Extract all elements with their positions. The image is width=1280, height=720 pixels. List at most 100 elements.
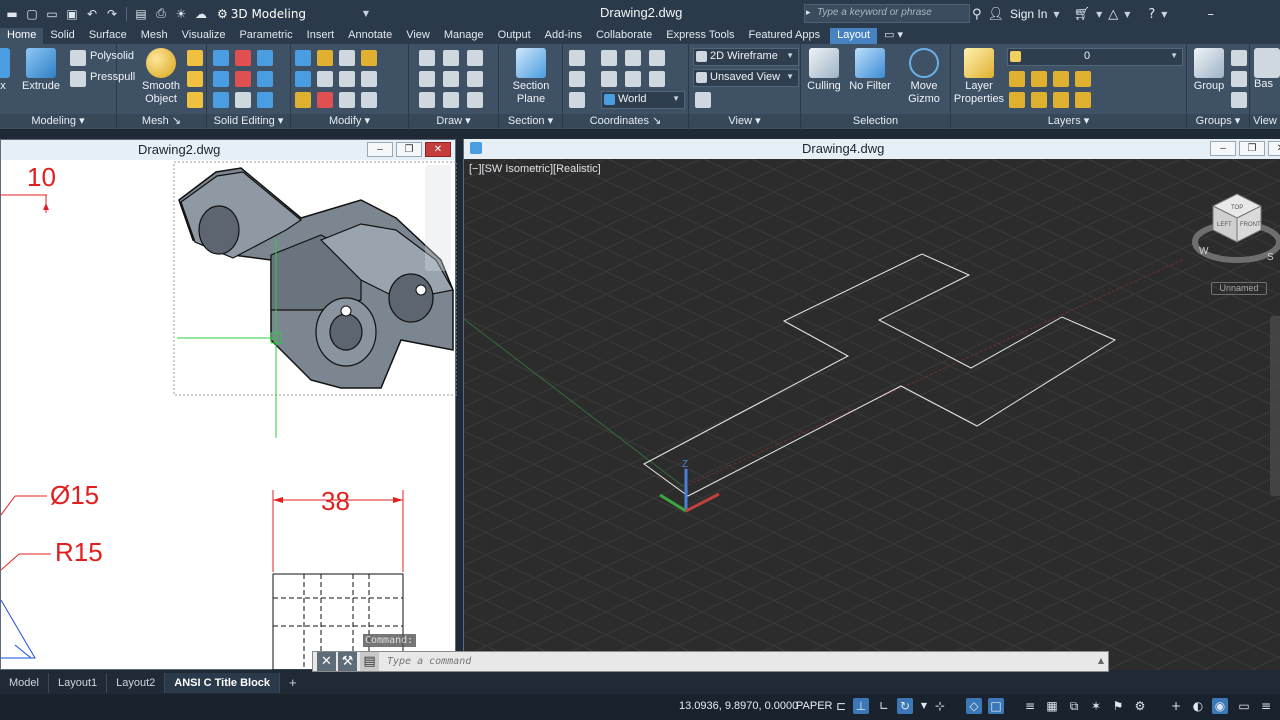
redo-icon[interactable]: ↷ [104, 6, 120, 22]
ungroup-icon[interactable] [1231, 50, 1247, 66]
chevron-down-icon[interactable]: ▼ [916, 698, 932, 714]
slice-icon[interactable] [213, 71, 229, 87]
arc-icon[interactable] [467, 50, 483, 66]
close-command-icon[interactable]: ✕ [317, 652, 336, 671]
cloud-icon[interactable]: ☁ [193, 6, 209, 22]
viewport-config-icon[interactable] [695, 92, 711, 108]
chevron-down-icon[interactable]: ▼ [1161, 10, 1167, 19]
chevron-down-icon[interactable]: ▼ [1096, 10, 1102, 19]
ucs-view-icon[interactable] [569, 92, 585, 108]
layout-tab-layout2[interactable]: Layout2 [107, 673, 166, 693]
add-layout-icon[interactable]: + [280, 673, 306, 693]
visual-style-combo[interactable]: 2D Wireframe ▼ [693, 48, 799, 66]
close-button[interactable]: ✕ [1268, 141, 1280, 156]
panel-label-groups[interactable]: Groups ▾ [1187, 114, 1249, 128]
presspull-icon[interactable] [70, 71, 86, 87]
plus-icon[interactable]: + [1168, 698, 1184, 714]
customization-icon[interactable]: ≡ [1258, 698, 1274, 714]
ucs-menu[interactable]: Unnamed [1211, 282, 1267, 295]
minimize-button[interactable]: – [367, 142, 393, 157]
section-plane-button[interactable]: Section Plane [505, 48, 557, 106]
layer-tool-icon[interactable] [1031, 92, 1047, 108]
union-icon[interactable] [213, 50, 229, 66]
model-paper-toggle[interactable]: PAPER [796, 700, 832, 712]
gear-icon[interactable]: ⚙ [1132, 698, 1148, 714]
polysolid-icon[interactable] [70, 50, 86, 66]
array-icon[interactable] [361, 92, 377, 108]
annotation-visibility-icon[interactable]: ⚑ [1110, 698, 1126, 714]
tab-mesh[interactable]: Mesh [134, 28, 175, 44]
viewport-controls[interactable]: [−][SW Isometric][Realistic] [469, 163, 601, 175]
box-button[interactable]: x [0, 48, 10, 93]
binoculars-icon[interactable]: ⚲ [972, 7, 982, 22]
osnap-tracking-icon[interactable]: ⊹ [932, 698, 948, 714]
workspace-switcher[interactable]: ⚙ 3D Modeling ▼ [213, 4, 373, 23]
customize-icon[interactable]: ⚒ [338, 652, 357, 671]
align-icon[interactable] [339, 50, 355, 66]
hardware-acceleration-icon[interactable]: ◉ [1212, 698, 1228, 714]
tab-view[interactable]: View [399, 28, 437, 44]
rotate-icon[interactable] [339, 71, 355, 87]
lineweight-icon[interactable]: ≡ [1022, 698, 1038, 714]
polar-icon[interactable]: ↻ [897, 698, 913, 714]
ucs-object-icon[interactable] [649, 71, 665, 87]
panel-label-solid-editing[interactable]: Solid Editing ▾ [207, 114, 290, 128]
layer-properties-button[interactable]: Layer Properties [953, 48, 1005, 106]
restore-button[interactable]: ❐ [1239, 141, 1265, 156]
user-icon[interactable]: 👤︎ [988, 7, 1005, 22]
command-input[interactable] [387, 654, 1087, 669]
tab-visualize[interactable]: Visualize [175, 28, 233, 44]
panel-label-selection[interactable]: Selection [801, 114, 950, 128]
ortho-icon[interactable]: ∟ [876, 698, 892, 714]
ucs-icon[interactable] [569, 50, 585, 66]
move-gizmo-button[interactable]: Move Gizmo [901, 48, 947, 106]
3d-move-icon[interactable] [317, 50, 333, 66]
panel-label-modify[interactable]: Modify ▾ [291, 114, 408, 128]
panel-label-layers[interactable]: Layers ▾ [951, 114, 1186, 128]
viewport-icon[interactable]: ⊏ [833, 698, 849, 714]
base-button[interactable]: Bas [1254, 48, 1280, 91]
recent-commands-icon[interactable]: ▤ [360, 652, 379, 671]
minimize-button[interactable]: – [1210, 141, 1236, 156]
chevron-up-icon[interactable]: ▲ [1098, 656, 1104, 665]
layer-combo[interactable]: 0 ▼ [1007, 48, 1183, 66]
layer-tool-icon[interactable] [1009, 71, 1025, 87]
layer-tool-icon[interactable] [1075, 71, 1091, 87]
erase-icon[interactable] [295, 92, 311, 108]
copy-icon[interactable] [361, 71, 377, 87]
ribbon-options-icon[interactable]: ▭ ▾ [877, 28, 910, 44]
navigation-bar[interactable] [425, 165, 451, 271]
tab-solid[interactable]: Solid [43, 28, 81, 44]
shell-icon[interactable] [257, 92, 273, 108]
extract-edges-icon[interactable] [257, 71, 273, 87]
app-menu-icon[interactable]: ▬ [4, 6, 20, 22]
restore-button[interactable]: ❐ [396, 142, 422, 157]
layer-tool-icon[interactable] [1031, 71, 1047, 87]
tab-home[interactable]: Home [0, 28, 44, 44]
named-view-combo[interactable]: Unsaved View ▼ [693, 69, 799, 87]
ucs-3point-icon[interactable] [649, 50, 665, 66]
object-snap-icon[interactable]: □ [988, 698, 1004, 714]
layer-tool-icon[interactable] [1009, 92, 1025, 108]
spline-icon[interactable] [419, 71, 435, 87]
layout-tab-layout1[interactable]: Layout1 [49, 673, 108, 693]
group-select-icon[interactable] [1231, 92, 1247, 108]
stretch-icon[interactable] [317, 92, 333, 108]
intersect-icon[interactable] [235, 71, 251, 87]
saveas-icon[interactable]: ▤ [133, 6, 149, 22]
navigation-bar[interactable] [1270, 316, 1280, 496]
isodraft-icon[interactable]: ◇ [966, 698, 982, 714]
tab-manage[interactable]: Manage [437, 28, 491, 44]
clean-screen-icon[interactable]: ▭ [1236, 698, 1252, 714]
ucs-z-icon[interactable] [625, 50, 641, 66]
no-filter-button[interactable]: No Filter [847, 48, 893, 93]
helix-icon[interactable] [443, 71, 459, 87]
snap-icon[interactable]: ⊥ [853, 698, 869, 714]
panel-label-draw[interactable]: Draw ▾ [409, 114, 498, 128]
cart-icon[interactable]: 🛒︎ [1074, 7, 1091, 22]
scale-icon[interactable] [339, 92, 355, 108]
compass-south[interactable]: S [1267, 252, 1274, 263]
layer-tool-icon[interactable] [1053, 71, 1069, 87]
layer-tool-icon[interactable] [1075, 92, 1091, 108]
plot-icon[interactable]: ⎙ [153, 6, 169, 22]
